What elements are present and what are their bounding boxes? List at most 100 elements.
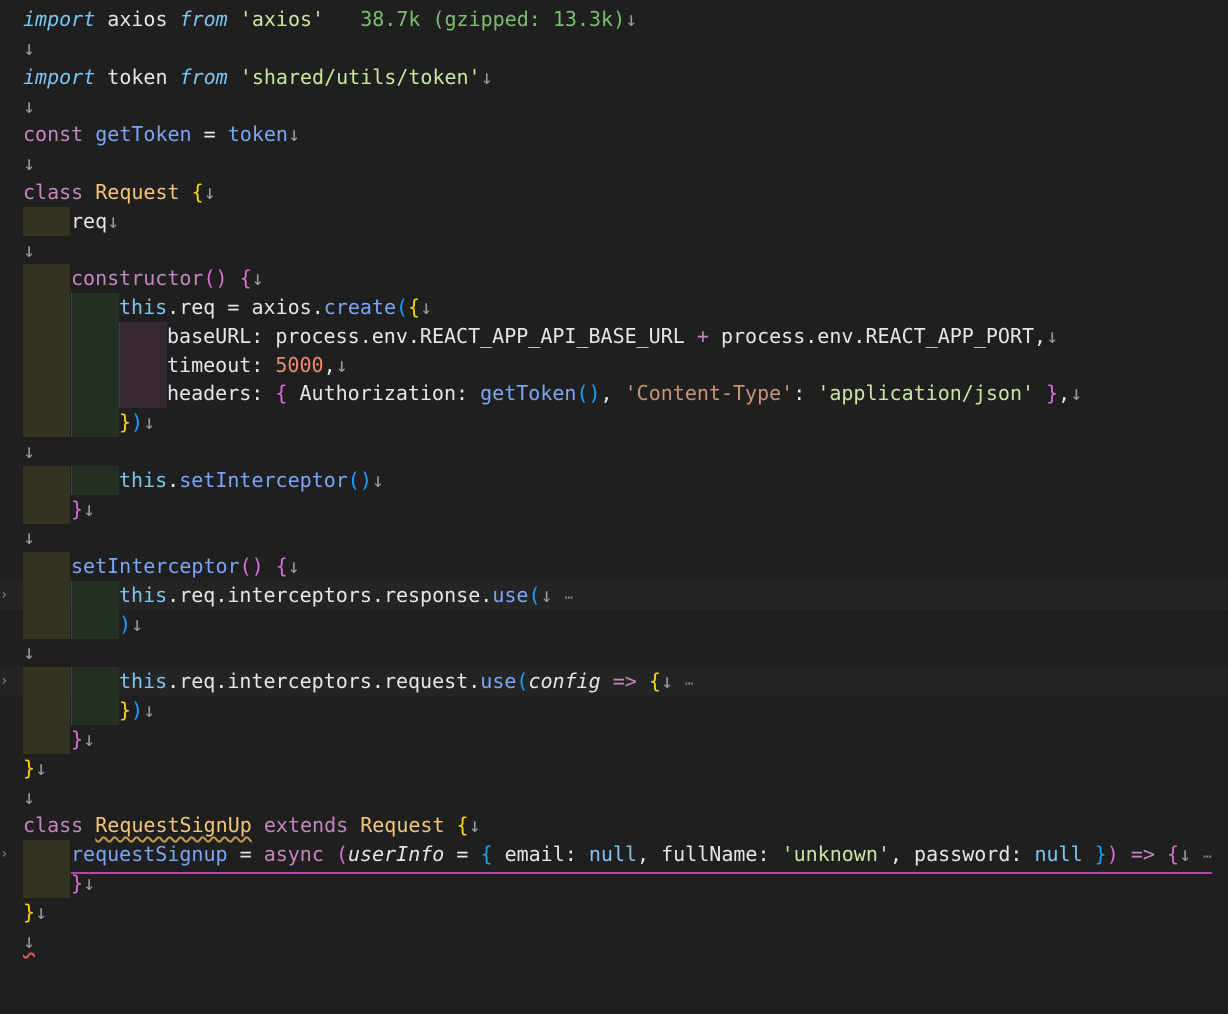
indent-guide [23, 293, 70, 322]
property-email: email [504, 842, 565, 866]
class-name-request: Request [360, 813, 445, 837]
newline-marker-icon: ↓ [420, 295, 433, 319]
code-line[interactable]: import axios from 'axios' 38.7k (gzipped… [0, 5, 1228, 34]
property-req: req [179, 295, 216, 319]
newline-marker-icon: ↓ [83, 871, 96, 895]
fold-chevron-icon[interactable]: › [0, 667, 10, 696]
indent-guide [23, 322, 70, 351]
string-axios: 'axios' [239, 7, 325, 31]
code-line[interactable]: class Request {↓ [0, 178, 1228, 207]
identifier-token: token [227, 122, 288, 146]
code-line[interactable]: })↓ [0, 696, 1228, 725]
indent-guide [23, 408, 70, 437]
code-line[interactable]: }↓ [0, 495, 1228, 524]
newline-marker-icon: ↓ [540, 583, 553, 607]
code-line-folded[interactable]: › this.req.interceptors.response.use(↓ ⋯ [0, 581, 1228, 610]
indent-guide [23, 725, 70, 754]
code-line[interactable]: }↓ [0, 754, 1228, 783]
code-line[interactable]: ↓ [0, 236, 1228, 265]
code-line[interactable]: }↓ [0, 869, 1228, 898]
code-line[interactable]: headers: { Authorization: getToken(), 'C… [0, 379, 1228, 408]
code-line[interactable]: baseURL: process.env.REACT_APP_API_BASE_… [0, 322, 1228, 351]
call-gettoken: getToken [480, 381, 577, 405]
keyword-constructor: constructor [71, 266, 204, 290]
indent-guide [71, 667, 119, 696]
indent-guide [23, 207, 70, 236]
keyword-class: class [23, 813, 84, 837]
identifier-axios: axios [107, 7, 168, 31]
identifier-process: process [275, 324, 360, 348]
keyword-extends: extends [263, 813, 349, 837]
newline-marker-icon: ↓ [203, 180, 216, 204]
indent-guide [71, 696, 119, 725]
code-editor[interactable]: import axios from 'axios' 38.7k (gzipped… [0, 0, 1228, 994]
newline-marker-icon: ↓ [143, 698, 156, 722]
indent-guide [23, 351, 70, 380]
newline-marker-icon: ↓ [251, 266, 264, 290]
code-line[interactable]: )↓ [0, 610, 1228, 639]
code-line[interactable]: }↓ [0, 725, 1228, 754]
newline-marker-icon: ↓ [23, 36, 36, 60]
property-interceptors: interceptors [227, 583, 372, 607]
code-line[interactable]: const getToken = token↓ [0, 120, 1228, 149]
keyword-from: from [179, 65, 228, 89]
code-line[interactable]: constructor() {↓ [0, 264, 1228, 293]
code-line[interactable]: req↓ [0, 207, 1228, 236]
indent-guide [71, 322, 119, 351]
import-cost-hint: 38.7k (gzipped: 13.3k) [360, 7, 626, 31]
property-timeout: timeout [167, 353, 252, 377]
code-line[interactable]: this.setInterceptor()↓ [0, 466, 1228, 495]
newline-marker-icon: ↓ [107, 209, 120, 233]
newline-marker-icon: ↓ [1070, 381, 1083, 405]
code-line[interactable]: ↓ [0, 638, 1228, 667]
class-name-request: Request [95, 180, 180, 204]
code-line[interactable]: setInterceptor() {↓ [0, 552, 1228, 581]
code-line-folded[interactable]: › this.req.interceptors.request.use(conf… [0, 667, 1228, 696]
code-line[interactable]: ↓ [0, 783, 1228, 812]
code-line[interactable]: ↓ [0, 523, 1228, 552]
method-create: create [323, 295, 396, 319]
newline-marker-icon: ↓ [335, 353, 348, 377]
code-line[interactable]: ↓ [0, 437, 1228, 466]
newline-marker-icon: ↓ [625, 7, 638, 31]
indent-guide [23, 379, 70, 408]
indent-guide [23, 610, 70, 639]
code-line[interactable]: ↓ [0, 927, 1228, 956]
code-line[interactable]: ↓ [0, 34, 1228, 63]
folded-ellipsis-icon[interactable]: ⋯ [685, 676, 693, 692]
newline-marker-icon: ↓ [287, 554, 300, 578]
code-line[interactable]: }↓ [0, 898, 1228, 927]
code-line[interactable]: import token from 'shared/utils/token'↓ [0, 63, 1228, 92]
property-baseurl: baseURL [167, 324, 252, 348]
code-line[interactable]: ↓ [0, 92, 1228, 121]
string-content-type-value: 'application/json' [817, 381, 1035, 405]
method-use: use [492, 583, 529, 607]
keyword-this: this [119, 583, 168, 607]
fold-chevron-icon[interactable]: › [0, 840, 10, 869]
code-line[interactable]: })↓ [0, 408, 1228, 437]
indent-guide [71, 581, 119, 610]
folded-ellipsis-icon[interactable]: ⋯ [565, 590, 573, 606]
code-line-folded[interactable]: › requestSignup = async (userInfo = { em… [0, 840, 1228, 874]
indent-guide [71, 466, 119, 495]
newline-marker-icon: ↓ [83, 727, 96, 751]
method-setinterceptor: setInterceptor [71, 554, 240, 578]
code-line[interactable]: ↓ [0, 149, 1228, 178]
property-api-base-url: REACT_APP_API_BASE_URL [419, 324, 685, 348]
indent-guide [119, 379, 167, 408]
keyword-this: this [119, 468, 168, 492]
code-line[interactable]: this.req = axios.create({↓ [0, 293, 1228, 322]
indent-guide [71, 610, 119, 639]
keyword-async: async [263, 842, 324, 866]
code-line[interactable]: class RequestSignUp extends Request {↓ [0, 811, 1228, 840]
identifier-token: token [107, 65, 168, 89]
identifier-gettoken: getToken [95, 122, 192, 146]
keyword-const: const [23, 122, 84, 146]
property-password: password [914, 842, 1011, 866]
newline-marker-icon: ↓ [35, 756, 48, 780]
identifier-axios: axios [251, 295, 312, 319]
code-line[interactable]: timeout: 5000,↓ [0, 351, 1228, 380]
newline-marker-icon: ↓ [23, 439, 36, 463]
fold-chevron-icon[interactable]: › [0, 581, 10, 610]
folded-ellipsis-icon[interactable]: ⋯ [1203, 849, 1211, 865]
